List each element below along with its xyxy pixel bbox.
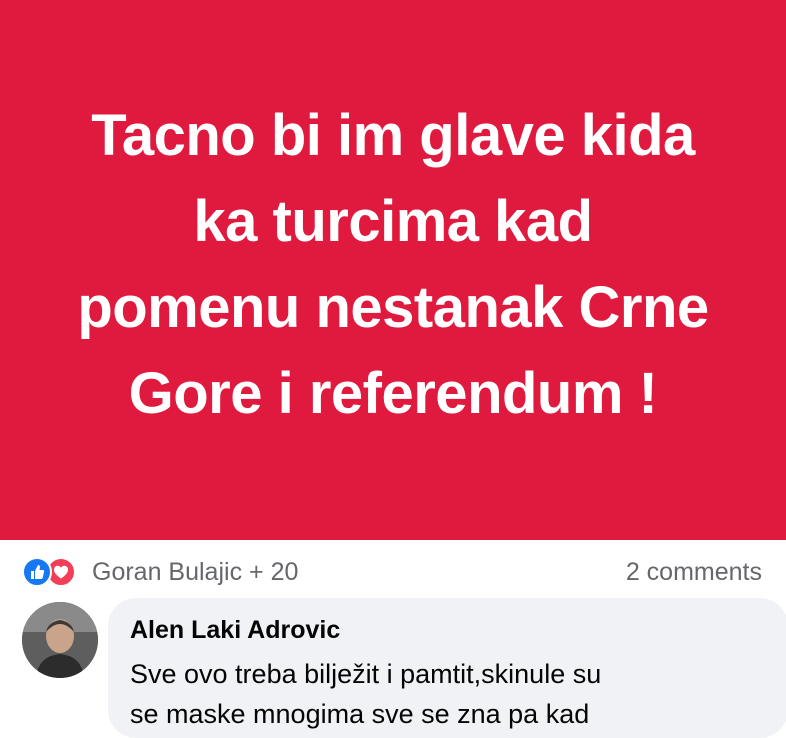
post-text-line: Gore i referendum ! bbox=[128, 361, 658, 426]
post-text-line: ka turcima kad bbox=[193, 189, 593, 254]
like-icon bbox=[22, 557, 52, 587]
post-text-line: Tacno bi im glave kida bbox=[91, 103, 695, 168]
reaction-icons[interactable] bbox=[22, 557, 86, 587]
reactions-bar: Goran Bulajic + 20 2 comments bbox=[0, 540, 786, 602]
comment-text-line: se maske mnogima sve se zna pa kad bbox=[130, 699, 590, 729]
avatar[interactable] bbox=[22, 602, 98, 678]
comment-text-line: Sve ovo treba bilježit i pamtit,skinule … bbox=[130, 659, 602, 689]
comment: Alen Laki Adrovic Sve ovo treba bilježit… bbox=[0, 598, 786, 738]
post-text: Tacno bi im glave kida ka turcima kad po… bbox=[43, 93, 743, 437]
post-text-line: pomenu nestanak Crne bbox=[77, 275, 709, 340]
comment-author[interactable]: Alen Laki Adrovic bbox=[130, 616, 340, 645]
reaction-names[interactable]: Goran Bulajic + 20 bbox=[92, 558, 298, 587]
post-image[interactable]: Tacno bi im glave kida ka turcima kad po… bbox=[0, 0, 786, 540]
comment-text: Sve ovo treba bilježit i pamtit,skinule … bbox=[130, 654, 770, 734]
comment-bubble: Alen Laki Adrovic Sve ovo treba bilježit… bbox=[108, 598, 786, 738]
comment-count-link[interactable]: 2 comments bbox=[626, 558, 762, 587]
